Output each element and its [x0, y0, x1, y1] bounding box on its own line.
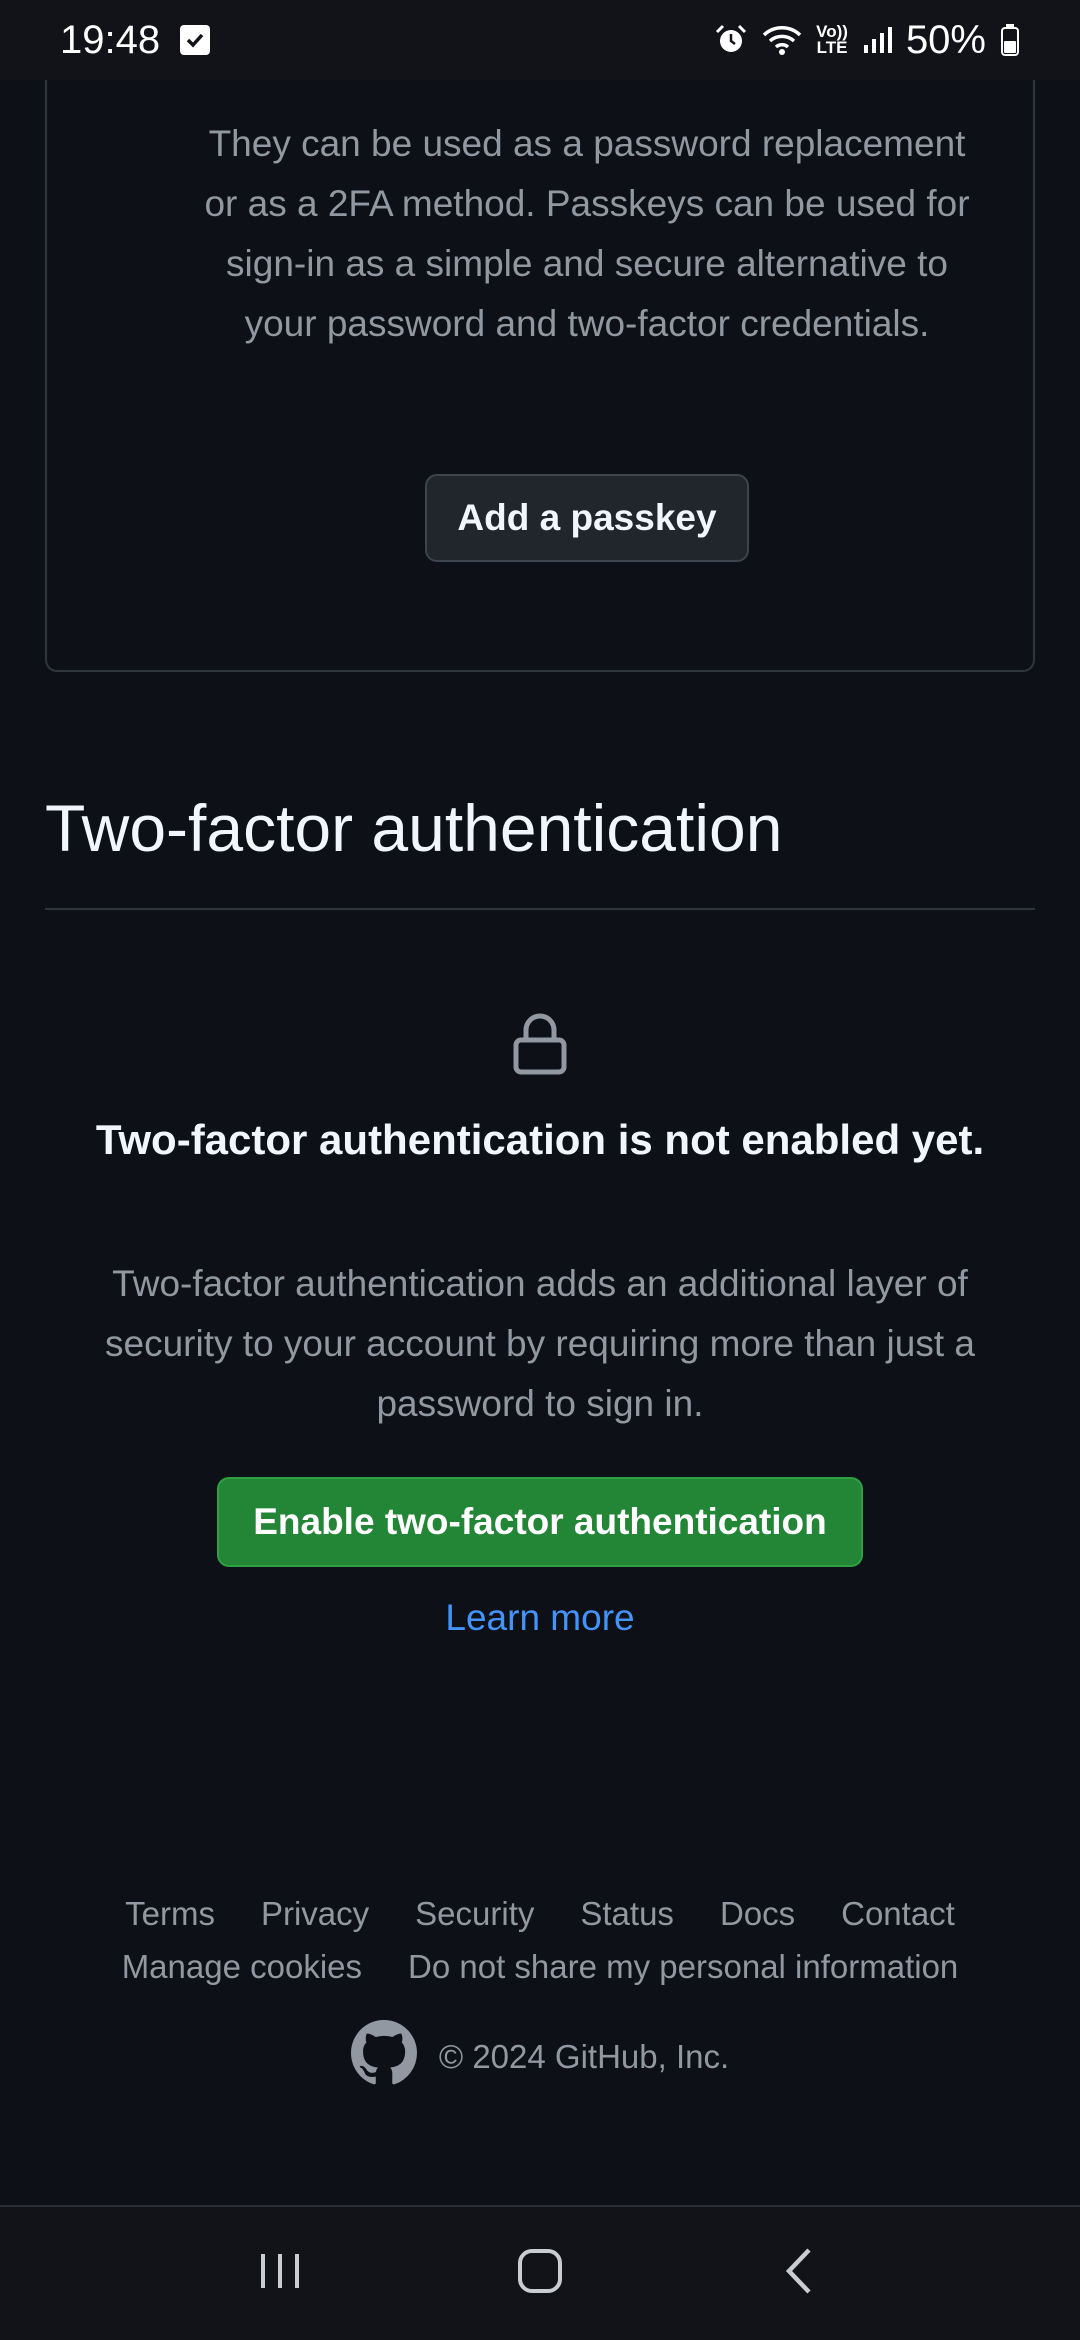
recent-apps-icon[interactable]: [255, 2246, 305, 2301]
battery-percent: 50%: [905, 17, 986, 62]
status-left: 19:48: [60, 17, 211, 63]
footer-link-security[interactable]: Security: [415, 1895, 534, 1933]
enable-two-factor-button[interactable]: Enable two-factor authentication: [217, 1477, 863, 1567]
footer-links-row1: Terms Privacy Security Status Docs Conta…: [0, 1895, 1080, 1933]
two-factor-status-heading: Two-factor authentication is not enabled…: [95, 1116, 985, 1163]
footer-link-terms[interactable]: Terms: [125, 1895, 215, 1933]
page: 19:48 Vo)) LTE 50% They can be used as a…: [0, 0, 1080, 2340]
footer-link-manage-cookies[interactable]: Manage cookies: [122, 1948, 362, 1986]
status-time: 19:48: [60, 17, 161, 62]
footer-link-privacy[interactable]: Privacy: [261, 1895, 369, 1933]
check-notification-icon: [180, 25, 211, 55]
footer-copyright-row: © 2024 GitHub, Inc.: [0, 2020, 1080, 2094]
lock-icon: [510, 1012, 570, 1076]
volte-icon: Vo)) LTE: [816, 23, 848, 57]
footer-links-row2: Manage cookies Do not share my personal …: [0, 1948, 1080, 1986]
home-icon[interactable]: [515, 2246, 565, 2301]
wifi-icon: [762, 24, 802, 56]
footer-link-docs[interactable]: Docs: [720, 1895, 795, 1933]
volte-bottom-label: LTE: [816, 38, 848, 57]
back-icon[interactable]: [775, 2246, 825, 2301]
section-divider: [45, 908, 1035, 910]
battery-icon: [1000, 23, 1020, 57]
alarm-icon: [714, 23, 748, 57]
navigation-bar: [0, 2205, 1080, 2340]
learn-more-link[interactable]: Learn more: [340, 1590, 740, 1645]
status-right: Vo)) LTE 50%: [714, 18, 1020, 63]
footer-link-contact[interactable]: Contact: [841, 1895, 955, 1933]
footer-copyright: © 2024 GitHub, Inc.: [438, 2038, 730, 2075]
two-factor-section-title: Two-factor authentication: [45, 791, 783, 865]
add-passkey-button[interactable]: Add a passkey: [425, 474, 749, 562]
passkeys-card: They can be used as a password replaceme…: [45, 20, 1035, 672]
footer-link-status[interactable]: Status: [580, 1895, 674, 1933]
passkeys-description: They can be used as a password replaceme…: [204, 123, 970, 344]
signal-icon: [862, 25, 892, 55]
github-logo-icon[interactable]: [350, 2020, 417, 2094]
two-factor-description: Two-factor authentication adds an additi…: [105, 1263, 975, 1424]
status-bar: 19:48 Vo)) LTE 50%: [0, 0, 1080, 80]
footer-link-do-not-share[interactable]: Do not share my personal information: [408, 1948, 958, 1986]
